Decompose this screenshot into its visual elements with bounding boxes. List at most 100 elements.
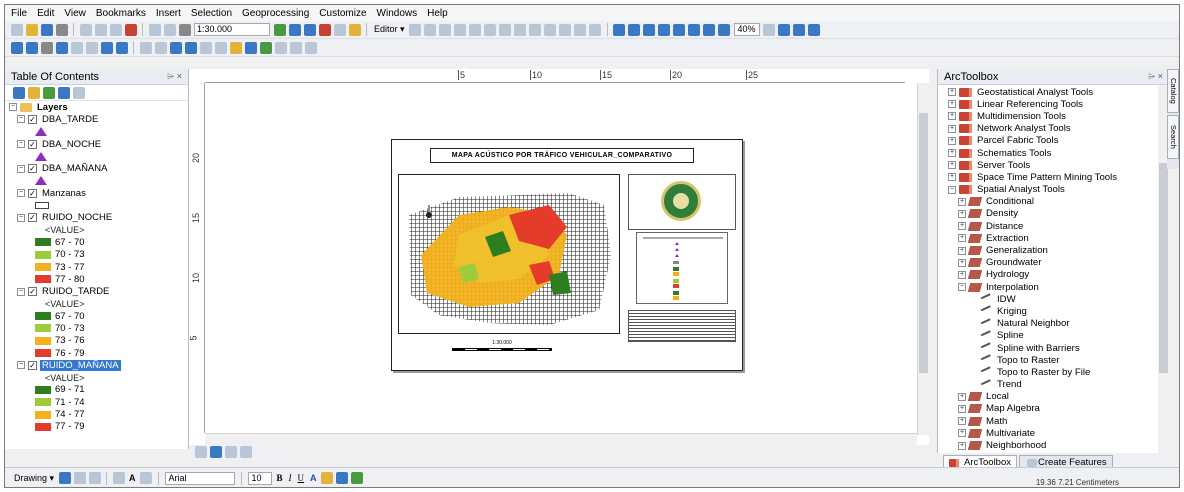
map-legend[interactable]	[636, 232, 728, 304]
catalog-icon[interactable]	[303, 23, 316, 36]
expand-toggle[interactable]: −	[948, 185, 956, 194]
data-view-icon[interactable]	[194, 446, 207, 458]
back-extent-icon[interactable]	[100, 41, 113, 54]
italic-button[interactable]: I	[289, 473, 292, 483]
rotate-element-icon[interactable]	[73, 472, 86, 484]
class-color-swatch[interactable]	[35, 385, 51, 394]
model-builder-icon[interactable]	[348, 23, 361, 36]
hyperlink-icon[interactable]	[199, 41, 212, 54]
side-tab-search[interactable]: Search	[1167, 115, 1179, 159]
marker-color-icon[interactable]	[351, 472, 364, 484]
collapse-toggle[interactable]: −	[17, 140, 25, 149]
toc-layer-row[interactable]: − ✓ RUIDO_NOCHE	[9, 212, 188, 224]
list-by-visibility-icon[interactable]	[42, 86, 55, 99]
expand-toggle[interactable]: +	[948, 161, 956, 170]
toolbox-item-kriging[interactable]: Kriging	[944, 305, 1169, 318]
font-color-button[interactable]: A	[310, 473, 317, 483]
toolbox-item-topo-to-raster-by-file[interactable]: Topo to Raster by File	[944, 366, 1169, 379]
layer-visibility-checkbox[interactable]: ✓	[28, 188, 37, 198]
trace-icon[interactable]	[469, 23, 482, 36]
expand-toggle[interactable]: +	[958, 429, 966, 438]
pause-drawing-icon[interactable]	[239, 446, 252, 458]
collapse-toggle[interactable]: −	[17, 361, 25, 370]
go-to-xy-icon[interactable]	[274, 41, 287, 54]
toolbox-item-topo-to-raster[interactable]: Topo to Raster	[944, 354, 1169, 366]
font-name-dropdown[interactable]: Arial	[164, 471, 235, 485]
drawing-menu[interactable]: Drawing ▾	[14, 473, 54, 484]
toc-layer-row[interactable]: − ✓ Manzanas	[9, 187, 188, 199]
html-popup-icon[interactable]	[214, 41, 227, 54]
forward-extent-icon[interactable]	[115, 41, 128, 54]
toolbox-item-multidimension-tools[interactable]: + Multidimension Tools	[944, 110, 1169, 122]
layout-page[interactable]: MAPA ACÚSTICO POR TRÁFICO VEHICULAR_COMP…	[391, 139, 743, 371]
toolbox-item-spatial-analyst-tools[interactable]: − Spatial Analyst Tools	[944, 184, 1169, 196]
endpoint-arc-icon[interactable]	[454, 23, 467, 36]
rectangle-tool-icon[interactable]	[112, 472, 125, 484]
bold-button[interactable]: B	[277, 473, 283, 483]
menu-geoprocessing[interactable]: Geoprocessing	[242, 8, 309, 19]
expand-toggle[interactable]: +	[948, 149, 956, 158]
collapse-toggle[interactable]: −	[9, 103, 17, 112]
text-tool[interactable]: A	[129, 473, 136, 483]
copy-icon[interactable]	[94, 23, 107, 36]
menu-file[interactable]: File	[11, 8, 27, 19]
reshape-icon[interactable]	[514, 23, 527, 36]
toolbox-item-conditional[interactable]: + Conditional	[944, 196, 1169, 208]
undo-icon[interactable]	[148, 23, 161, 36]
fixed-zoom-in-icon[interactable]	[70, 41, 83, 54]
toolbox-item-distance[interactable]: + Distance	[944, 220, 1169, 232]
redo-icon[interactable]	[163, 23, 176, 36]
toolbox-item-generalization[interactable]: + Generalization	[944, 244, 1169, 256]
collapse-toggle[interactable]: −	[17, 287, 25, 296]
expand-toggle[interactable]: +	[948, 88, 956, 97]
options-icon[interactable]	[72, 86, 85, 99]
layout-pan-icon[interactable]	[808, 23, 821, 36]
edit-tool-icon[interactable]	[409, 23, 422, 36]
class-color-swatch[interactable]	[35, 336, 51, 345]
zoom-in-icon[interactable]	[10, 41, 23, 54]
menu-bookmarks[interactable]: Bookmarks	[96, 8, 146, 19]
collapse-toggle[interactable]: −	[17, 189, 25, 198]
fixed-zoom-out-icon[interactable]	[85, 41, 98, 54]
collapse-toggle[interactable]: −	[17, 213, 25, 222]
menu-selection[interactable]: Selection	[191, 8, 232, 19]
straight-segment-icon[interactable]	[439, 23, 452, 36]
sketch-properties-icon[interactable]	[589, 23, 602, 36]
arctoolbox-icon[interactable]	[318, 23, 331, 36]
menu-help[interactable]: Help	[427, 8, 448, 19]
find-route-icon[interactable]	[259, 41, 272, 54]
expand-toggle[interactable]: +	[958, 197, 966, 206]
toolbox-item-space-time-pattern-mining-tools[interactable]: + Space Time Pattern Mining Tools	[944, 171, 1169, 183]
toolbox-item-interpolation[interactable]: − Interpolation	[944, 281, 1169, 293]
expand-toggle[interactable]: +	[948, 100, 956, 109]
toolbox-item-math[interactable]: + Math	[944, 415, 1169, 427]
toc-pin-close[interactable]: ⌲ ×	[167, 71, 182, 82]
print-icon[interactable]	[55, 23, 68, 36]
menu-windows[interactable]: Windows	[377, 8, 418, 19]
table-of-contents-icon[interactable]	[288, 23, 301, 36]
list-by-source-icon[interactable]	[27, 86, 40, 99]
expand-toggle[interactable]: +	[948, 136, 956, 145]
select-elements-arrow-icon[interactable]	[58, 472, 71, 484]
toolbox-item-density[interactable]: + Density	[944, 208, 1169, 220]
toolbox-item-spline-with-barriers[interactable]: Spline with Barriers	[944, 342, 1169, 354]
class-color-swatch[interactable]	[35, 324, 51, 333]
toolbox-item-multivariate[interactable]: + Multivariate	[944, 427, 1169, 439]
map-title[interactable]: MAPA ACÚSTICO POR TRÁFICO VEHICULAR_COMP…	[430, 148, 694, 163]
data-driven-pages-icon[interactable]	[718, 23, 731, 36]
class-color-swatch[interactable]	[35, 398, 51, 407]
layer-visibility-checkbox[interactable]: ✓	[28, 213, 37, 223]
layer-name[interactable]: DBA_MAÑANA	[40, 163, 109, 174]
class-color-swatch[interactable]	[35, 410, 51, 419]
toolbox-item-spline[interactable]: Spline	[944, 330, 1169, 342]
class-color-swatch[interactable]	[35, 263, 51, 271]
class-color-swatch[interactable]	[35, 422, 51, 431]
toolbox-item-server-tools[interactable]: + Server Tools	[944, 159, 1169, 171]
toolbox-item-linear-referencing-tools[interactable]: + Linear Referencing Tools	[944, 98, 1169, 110]
edit-vertices-icon[interactable]	[140, 472, 153, 484]
toolbox-item-schematics-tools[interactable]: + Schematics Tools	[944, 147, 1169, 159]
paste-icon[interactable]	[109, 23, 122, 36]
expand-toggle[interactable]: +	[958, 258, 966, 267]
expand-toggle[interactable]: −	[958, 283, 966, 292]
layer-visibility-checkbox[interactable]: ✓	[28, 114, 37, 124]
